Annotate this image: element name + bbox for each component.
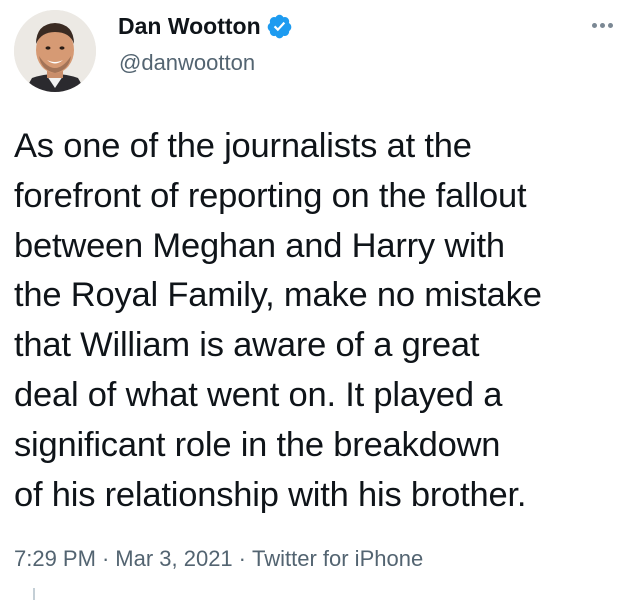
more-options-icon[interactable]: [584, 10, 620, 40]
tweet-text-line: significant role in the breakdown: [14, 425, 501, 464]
tweet-text-line: forefront of reporting on the fallout: [14, 176, 527, 215]
verified-badge-icon: [266, 13, 293, 40]
avatar-image: [14, 10, 96, 92]
tweet-time[interactable]: 7:29 PM: [14, 546, 96, 571]
meta-separator: ·: [238, 546, 246, 571]
tweet-text-line: between Meghan and Harry with: [14, 226, 505, 265]
tweet-date[interactable]: Mar 3, 2021: [115, 546, 232, 571]
meta-separator: ·: [101, 546, 110, 571]
avatar[interactable]: [14, 10, 96, 92]
tweet-text-line: the Royal Family, make no mistake: [14, 276, 542, 315]
tweet-source[interactable]: Twitter for iPhone: [252, 546, 423, 571]
tweet-text-line: of his relationship with his brother.: [14, 475, 527, 514]
author-handle[interactable]: @danwootton: [119, 49, 255, 77]
tweet-text-line: deal of what went on. It played a: [14, 375, 503, 414]
more-dot: [599, 22, 605, 28]
author-name[interactable]: Dan Wootton: [118, 12, 261, 40]
tweet-meta: 7:29 PM · Mar 3, 2021 · Twitter for iPhone: [14, 545, 423, 573]
more-dot: [607, 22, 613, 28]
tweet-text-line: that William is aware of a great: [14, 326, 480, 365]
tweet-card: Dan Wootton @danwootton As one of the jo…: [0, 0, 638, 600]
more-dot: [591, 22, 597, 28]
author-name-row[interactable]: Dan Wootton: [118, 12, 293, 40]
tweet-text: As one of the journalists at the forefro…: [14, 122, 626, 520]
thread-divider: [33, 588, 35, 600]
tweet-text-line: As one of the journalists at the: [14, 127, 472, 165]
